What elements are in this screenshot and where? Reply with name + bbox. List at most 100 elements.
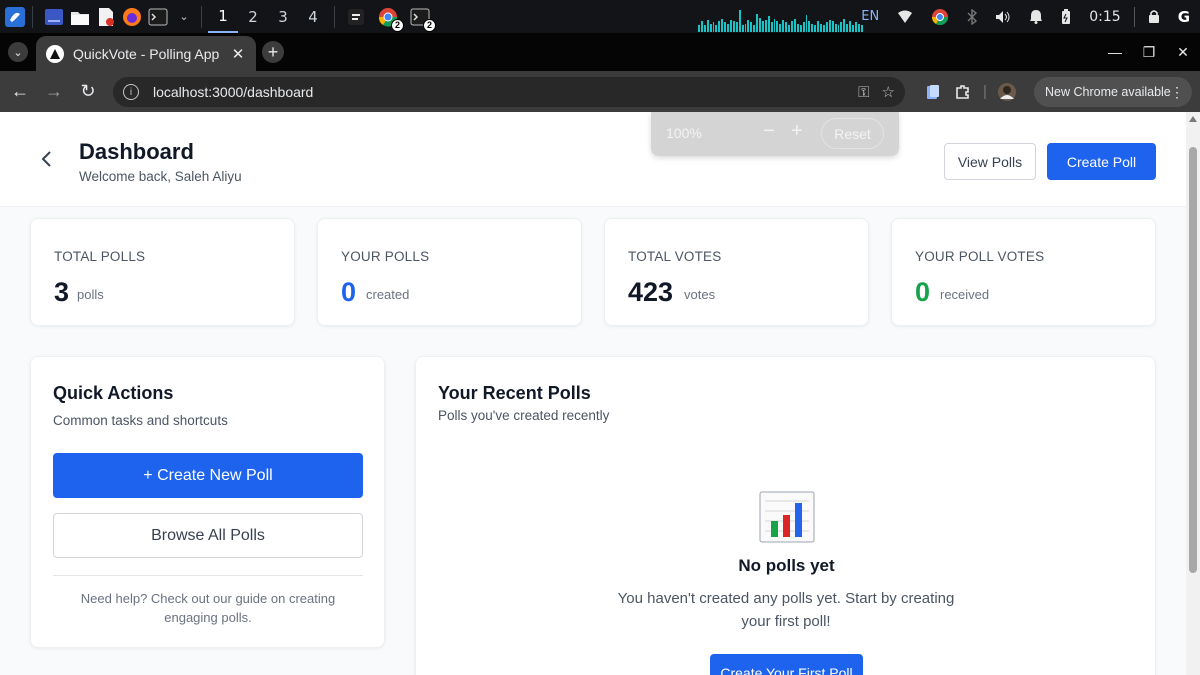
reload-icon[interactable]: ↻ (77, 81, 99, 101)
workspace-3[interactable]: 3 (268, 0, 298, 33)
page-scrollbar[interactable] (1186, 112, 1200, 675)
sysmon-bar (700, 21, 703, 32)
maximize-icon[interactable]: ❐ (1132, 44, 1166, 61)
quick-actions-card: Quick Actions Common tasks and shortcuts… (30, 356, 385, 648)
window-app-icon[interactable] (345, 6, 367, 28)
sysmon-bar (735, 22, 738, 32)
create-first-poll-button[interactable]: Create Your First Poll (710, 654, 863, 675)
chrome-tray-icon[interactable] (931, 8, 949, 26)
sysmon-bar (759, 18, 761, 32)
site-info-icon[interactable]: i (123, 84, 139, 100)
toolbar-separator: | (983, 83, 987, 100)
browse-all-polls-button[interactable]: Browse All Polls (53, 513, 363, 558)
notifications-icon[interactable] (1029, 9, 1043, 24)
zoom-reset-button[interactable]: Reset (821, 118, 884, 149)
text-editor-icon[interactable] (95, 6, 117, 28)
firefox-icon[interactable] (121, 6, 143, 28)
sysmon-bar (814, 25, 817, 32)
sysmon-bar (706, 20, 709, 32)
sysmon-bar (785, 22, 788, 32)
create-poll-button[interactable]: Create Poll (1047, 143, 1156, 180)
new-tab-button[interactable]: + (262, 41, 284, 63)
workspace-2[interactable]: 2 (238, 0, 268, 33)
extensions-puzzle-icon[interactable] (948, 84, 978, 100)
sysmon-bar (698, 25, 700, 32)
clock[interactable]: 0:15 (1089, 9, 1120, 25)
sysmon-bar (738, 10, 741, 32)
view-polls-button[interactable]: View Polls (944, 143, 1036, 180)
create-new-poll-button[interactable]: + Create New Poll (53, 453, 363, 498)
bluetooth-icon[interactable] (967, 8, 978, 25)
site-favicon-icon (46, 44, 64, 63)
sysmon-bar (843, 19, 846, 32)
address-url[interactable]: localhost:3000/dashboard (153, 84, 846, 100)
workspace-1[interactable]: 1 (208, 0, 238, 33)
close-window-icon[interactable]: ✕ (1166, 44, 1200, 61)
close-tab-icon[interactable]: ✕ (230, 45, 246, 63)
tab-search-button[interactable]: ⌄ (8, 42, 28, 62)
chevron-down-icon[interactable]: ⌄ (173, 6, 195, 28)
stat-card-your-polls: YOUR POLLS 0 created (317, 218, 582, 326)
back-chevron-icon[interactable] (38, 148, 54, 170)
recent-polls-subtitle: Polls you've created recently (438, 408, 610, 423)
recent-polls-title: Your Recent Polls (438, 383, 591, 403)
stat-card-your-poll-votes: YOUR POLL VOTES 0 received (891, 218, 1156, 326)
sysmon-bar (727, 24, 729, 32)
sysmon-bar (820, 24, 822, 32)
google-account-icon[interactable]: G (1178, 8, 1190, 26)
address-bar[interactable]: i localhost:3000/dashboard ⚿ ☆ (113, 77, 905, 107)
scroll-up-arrow-icon[interactable] (1189, 116, 1197, 122)
extension-icon[interactable] (918, 84, 948, 100)
zoom-popup: 100% − + Reset (651, 112, 899, 156)
keyboard-layout[interactable]: EN (861, 9, 879, 24)
sysmon-bar (811, 24, 814, 32)
tab-quickvote[interactable]: QuickVote - Polling App ✕ (36, 36, 256, 71)
sysmon-bar (846, 24, 849, 32)
sysmon-bar (718, 21, 721, 32)
sysmon-bar (828, 20, 831, 32)
scrollbar-thumb[interactable] (1189, 147, 1197, 573)
zoom-level: 100% (666, 125, 702, 141)
sysmon-bar (732, 21, 735, 32)
more-menu-icon[interactable]: ⋮ (1170, 84, 1184, 101)
new-chrome-available-button[interactable]: New Chrome available ⋮ (1034, 77, 1192, 107)
workspace-4[interactable]: 4 (298, 0, 328, 33)
forward-arrow-icon[interactable]: → (43, 81, 65, 101)
sysmon-bar (817, 21, 820, 32)
sysmon-bar (776, 21, 779, 32)
system-monitor-graph[interactable] (698, 8, 863, 32)
zoom-in-button[interactable]: + (791, 120, 803, 143)
sysmon-bar (756, 14, 759, 32)
sysmon-bar (834, 24, 837, 32)
chrome-window-icon[interactable]: 2 (377, 6, 404, 32)
minimize-icon[interactable]: — (1098, 44, 1132, 60)
back-arrow-icon[interactable]: ← (9, 81, 31, 101)
sysmon-bar (721, 19, 724, 32)
show-desktop-icon[interactable] (43, 6, 65, 28)
sysmon-bar (793, 19, 796, 32)
battery-icon[interactable] (1061, 8, 1071, 25)
tab-title: QuickVote - Polling App (73, 45, 220, 62)
sysmon-bar (788, 25, 790, 32)
sysmon-bar (791, 21, 793, 32)
wifi-icon[interactable] (897, 10, 913, 24)
sysmon-bar (729, 20, 732, 32)
sysmon-bar (750, 22, 753, 32)
profile-avatar[interactable] (992, 82, 1022, 102)
app-launcher-icon[interactable] (4, 6, 26, 28)
sysmon-bar (782, 20, 785, 32)
sysmon-bar (724, 22, 727, 32)
terminal-icon[interactable] (147, 6, 169, 28)
password-key-icon[interactable]: ⚿ (858, 84, 869, 101)
volume-icon[interactable] (995, 10, 1011, 24)
sysmon-bar (741, 25, 744, 32)
stat-card-total-polls: TOTAL POLLS 3 polls (30, 218, 295, 326)
zoom-out-button[interactable]: − (763, 120, 775, 143)
page-viewport: Dashboard Welcome back, Saleh Aliyu View… (0, 112, 1200, 675)
bookmark-star-icon[interactable]: ☆ (882, 83, 895, 101)
file-manager-icon[interactable] (69, 6, 91, 28)
sysmon-bar (753, 25, 756, 32)
terminal-window-icon[interactable]: 2 (409, 6, 436, 32)
lock-icon[interactable] (1148, 9, 1160, 24)
sysmon-bar (796, 24, 799, 32)
